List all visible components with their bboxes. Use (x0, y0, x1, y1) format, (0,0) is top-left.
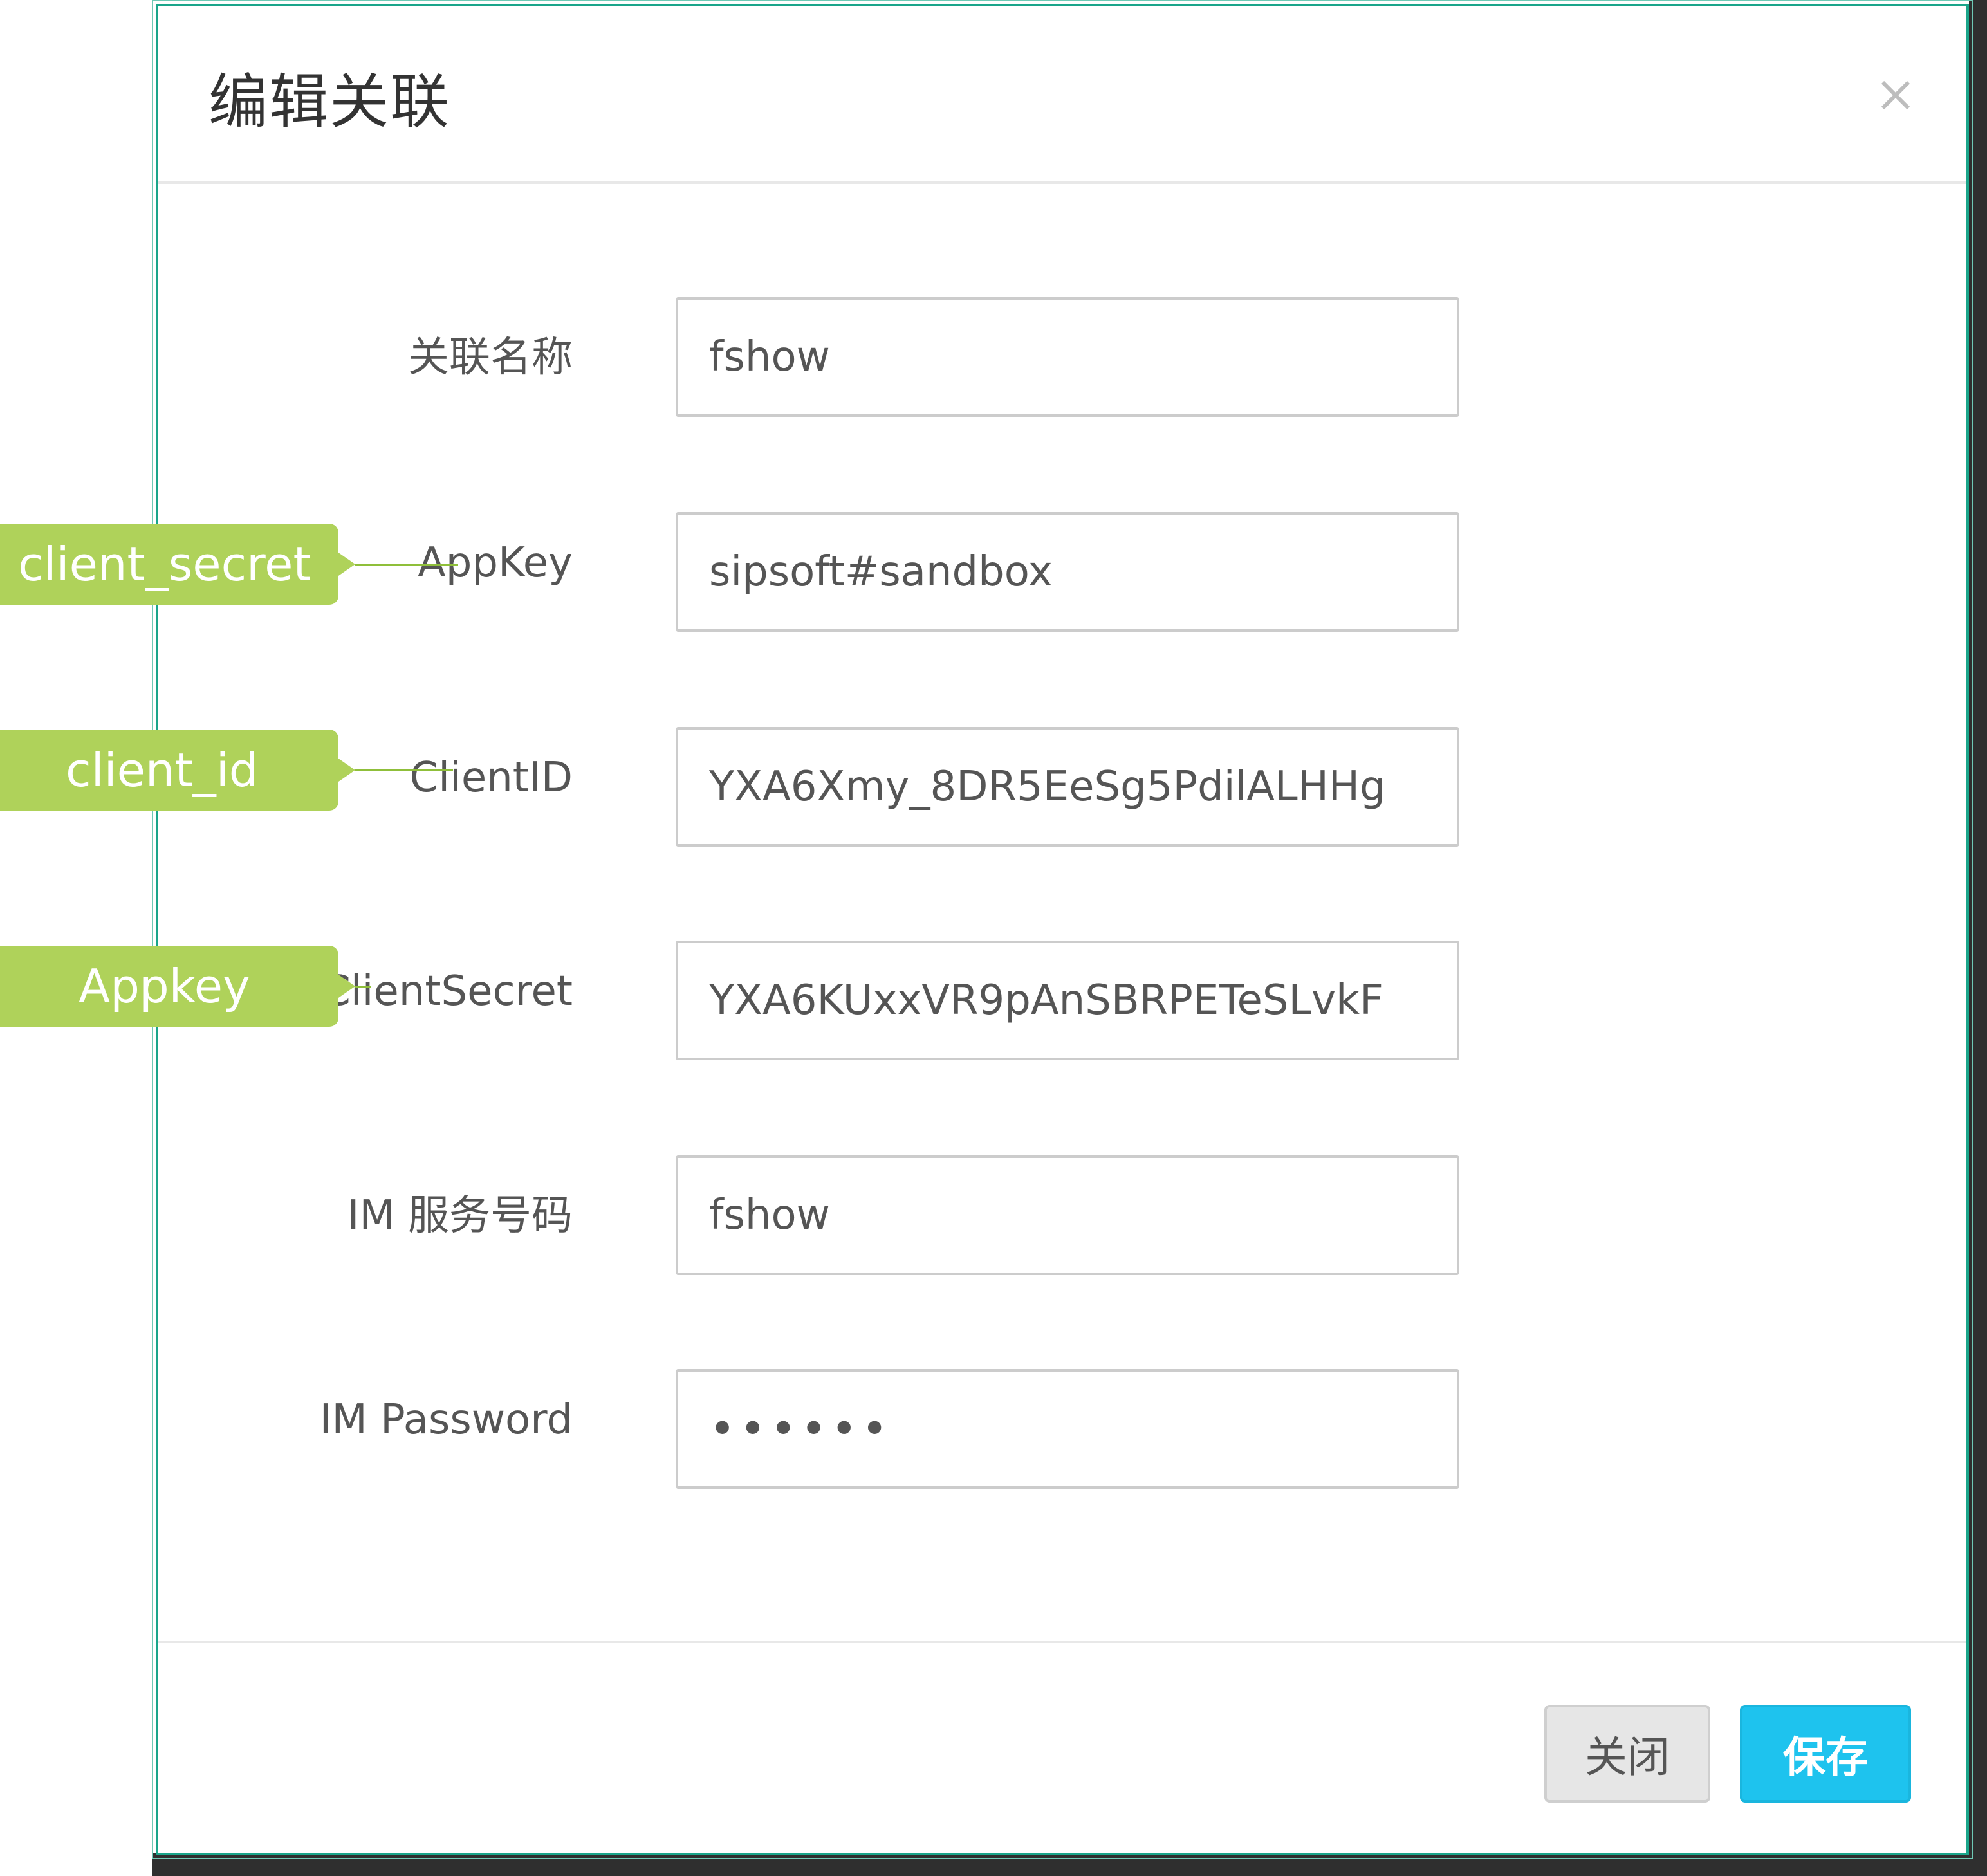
annotation-client-id-text: client_id (66, 743, 259, 797)
form-row-im-service-number: IM 服务号码 (158, 1155, 1966, 1278)
im-password-label: IM Password (319, 1396, 573, 1444)
appkey-input[interactable] (676, 512, 1459, 632)
im-password-input[interactable] (676, 1369, 1459, 1489)
form-row-im-password: IM Password (158, 1369, 1966, 1491)
association-name-label: 关联名称 (408, 334, 573, 382)
dialog-title: 编辑关联 (208, 68, 451, 136)
annotation-client-secret-text: client_secret (18, 537, 311, 591)
annotation-client-secret: client_secret (0, 524, 355, 605)
annotation-appkey-text: Appkey (79, 959, 250, 1013)
annotation-arrow (338, 975, 355, 998)
screenshot-stage: 编辑关联 关联名称 AppKey ClientID ClientSecret (0, 0, 1987, 1876)
client-secret-input[interactable] (676, 941, 1459, 1060)
client-secret-label: ClientSecret (322, 968, 573, 1015)
im-service-number-input[interactable] (676, 1155, 1459, 1275)
annotation-client-id: client_id (0, 730, 355, 811)
annotation-arrow (338, 553, 355, 576)
client-id-input[interactable] (676, 727, 1459, 847)
form-row-association-name: 关联名称 (158, 297, 1966, 419)
association-name-input[interactable] (676, 297, 1459, 417)
close-button[interactable]: 关闭 (1544, 1705, 1710, 1803)
form-row-client-secret: ClientSecret (158, 941, 1966, 1063)
im-service-number-label: IM 服务号码 (347, 1192, 573, 1240)
page-backdrop-right (1969, 0, 1987, 1876)
form-row-appkey: AppKey (158, 512, 1966, 634)
save-button[interactable]: 保存 (1740, 1705, 1911, 1803)
client-id-label: ClientID (409, 754, 573, 802)
dialog-footer: 关闭 保存 (158, 1641, 1966, 1858)
annotation-connector-line (355, 564, 458, 566)
annotation-connector-line (355, 769, 453, 771)
close-icon[interactable] (1878, 77, 1914, 113)
annotation-connector-line (355, 986, 371, 988)
form-row-client-id: ClientID (158, 727, 1966, 849)
annotation-appkey: Appkey (0, 946, 355, 1027)
appkey-label: AppKey (417, 539, 573, 587)
annotation-arrow (338, 759, 355, 782)
dialog-header: 编辑关联 (158, 6, 1966, 184)
edit-association-dialog: 编辑关联 关联名称 AppKey ClientID ClientSecret (152, 0, 1973, 1859)
